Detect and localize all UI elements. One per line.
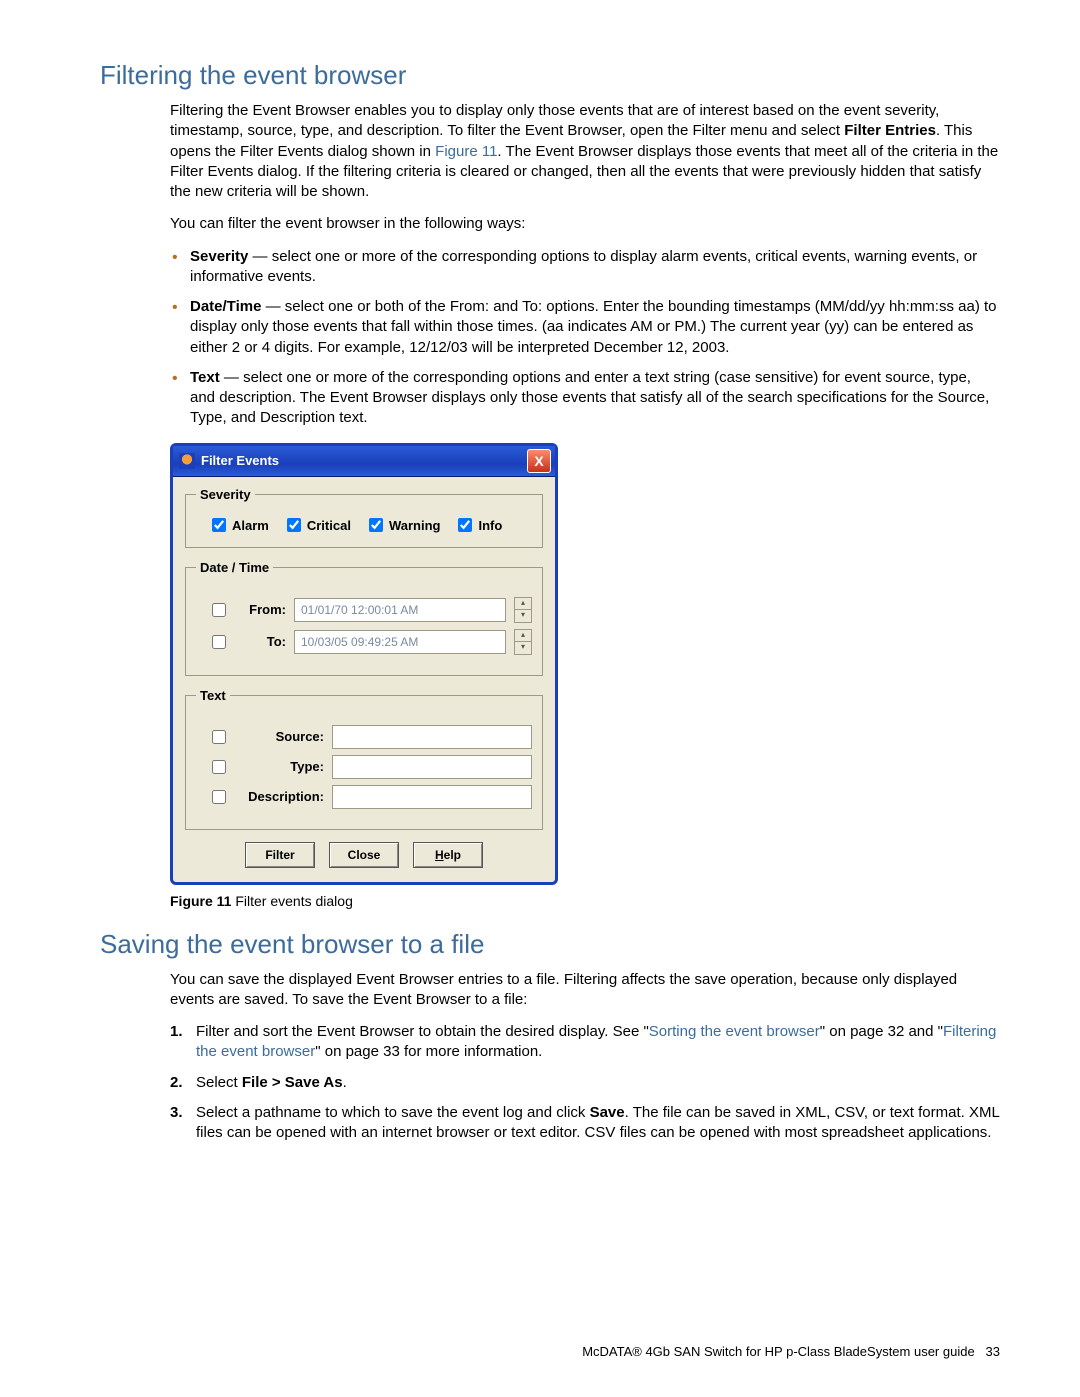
to-checkbox[interactable] — [212, 635, 226, 649]
filter-events-dialog: Filter Events X Severity Alarm Critical … — [170, 443, 558, 885]
filter-entries-bold: Filter Entries — [844, 122, 936, 139]
from-label: From: — [234, 602, 286, 617]
figure-caption: Figure 11 Filter events dialog — [170, 893, 1000, 909]
spinner-down-icon[interactable]: ▾ — [515, 642, 531, 654]
info-checkbox-input[interactable] — [458, 518, 472, 532]
spinner-up-icon[interactable]: ▴ — [515, 598, 531, 611]
source-input[interactable] — [332, 725, 532, 749]
critical-checkbox-input[interactable] — [287, 518, 301, 532]
source-label: Source: — [234, 729, 324, 744]
figure-caption-text: Filter events dialog — [231, 893, 352, 909]
filter-button[interactable]: Filter — [245, 842, 315, 868]
spinner-up-icon[interactable]: ▴ — [515, 630, 531, 643]
type-input[interactable] — [332, 755, 532, 779]
type-checkbox[interactable] — [212, 760, 226, 774]
saving-steps: Filter and sort the Event Browser to obt… — [170, 1022, 1000, 1143]
severity-group: Severity Alarm Critical Warning Info — [185, 487, 543, 548]
step2-pre: Select — [196, 1074, 242, 1091]
help-rest: elp — [444, 848, 461, 862]
from-input[interactable] — [294, 598, 506, 622]
bullet-severity-label: Severity — [190, 248, 248, 265]
figure-link-inline[interactable]: Figure 11 — [435, 143, 497, 160]
section-title-saving: Saving the event browser to a file — [100, 929, 1000, 960]
dialog-title: Filter Events — [201, 453, 279, 468]
help-button[interactable]: Help — [413, 842, 483, 868]
filter-bullet-list: Severity — select one or more of the cor… — [170, 247, 1000, 429]
alarm-checkbox[interactable]: Alarm — [212, 518, 269, 533]
step1-mid: " on page 32 and " — [820, 1023, 943, 1040]
step1-post: " on page 33 for more information. — [315, 1043, 542, 1060]
bullet-datetime-label: Date/Time — [190, 298, 261, 315]
alarm-label: Alarm — [232, 518, 269, 533]
text-group: Text Source: Type: Description: — [185, 688, 543, 830]
dialog-titlebar[interactable]: Filter Events X — [173, 446, 555, 477]
description-checkbox[interactable] — [212, 790, 226, 804]
source-checkbox[interactable] — [212, 730, 226, 744]
close-button[interactable]: Close — [329, 842, 399, 868]
step2-post: . — [343, 1074, 347, 1091]
datetime-legend: Date / Time — [196, 560, 273, 575]
step-3: Select a pathname to which to save the e… — [170, 1103, 1000, 1144]
to-spinner[interactable]: ▴▾ — [514, 629, 532, 655]
page-footer: McDATA® 4Gb SAN Switch for HP p-Class Bl… — [582, 1344, 1000, 1359]
bullet-severity: Severity — select one or more of the cor… — [170, 247, 1000, 288]
from-checkbox[interactable] — [212, 603, 226, 617]
info-label: Info — [478, 518, 502, 533]
to-input[interactable] — [294, 630, 506, 654]
step-1: Filter and sort the Event Browser to obt… — [170, 1022, 1000, 1063]
datetime-group: Date / Time From: ▴▾ To: ▴▾ — [185, 560, 543, 676]
warning-checkbox-input[interactable] — [369, 518, 383, 532]
section-title-filtering: Filtering the event browser — [100, 60, 1000, 91]
bullet-text: Text — select one or more of the corresp… — [170, 368, 1000, 429]
spinner-down-icon[interactable]: ▾ — [515, 610, 531, 622]
to-label: To: — [234, 634, 286, 649]
alarm-checkbox-input[interactable] — [212, 518, 226, 532]
critical-label: Critical — [307, 518, 351, 533]
help-underline: H — [435, 848, 444, 862]
step-2: Select File > Save As. — [170, 1073, 1000, 1093]
figure-caption-label: Figure 11 — [170, 893, 231, 909]
from-spinner[interactable]: ▴▾ — [514, 597, 532, 623]
type-label: Type: — [234, 759, 324, 774]
para-filter-ways: You can filter the event browser in the … — [170, 214, 1000, 234]
step1-pre: Filter and sort the Event Browser to obt… — [196, 1023, 649, 1040]
para-filtering-intro: Filtering the Event Browser enables you … — [170, 101, 1000, 202]
footer-page: 33 — [986, 1344, 1000, 1359]
warning-label: Warning — [389, 518, 441, 533]
para-saving-intro: You can save the displayed Event Browser… — [170, 970, 1000, 1011]
step3-bold: Save — [590, 1104, 625, 1121]
severity-legend: Severity — [196, 487, 255, 502]
bullet-datetime-text: — select one or both of the From: and To… — [190, 298, 997, 356]
link-sorting[interactable]: Sorting the event browser — [649, 1023, 820, 1040]
footer-text: McDATA® 4Gb SAN Switch for HP p-Class Bl… — [582, 1344, 975, 1359]
text-legend: Text — [196, 688, 230, 703]
step2-bold: File > Save As — [242, 1074, 343, 1091]
description-input[interactable] — [332, 785, 532, 809]
description-label: Description: — [234, 789, 324, 804]
close-icon[interactable]: X — [527, 449, 551, 473]
bullet-text-label: Text — [190, 369, 220, 386]
bullet-text-text: — select one or more of the correspondin… — [190, 369, 989, 427]
para1-a: Filtering the Event Browser enables you … — [170, 102, 939, 139]
bullet-datetime: Date/Time — select one or both of the Fr… — [170, 297, 1000, 358]
warning-checkbox[interactable]: Warning — [369, 518, 441, 533]
java-icon — [179, 453, 195, 469]
step3-pre: Select a pathname to which to save the e… — [196, 1104, 590, 1121]
critical-checkbox[interactable]: Critical — [287, 518, 351, 533]
bullet-severity-text: — select one or more of the correspondin… — [190, 248, 977, 285]
info-checkbox[interactable]: Info — [458, 518, 502, 533]
